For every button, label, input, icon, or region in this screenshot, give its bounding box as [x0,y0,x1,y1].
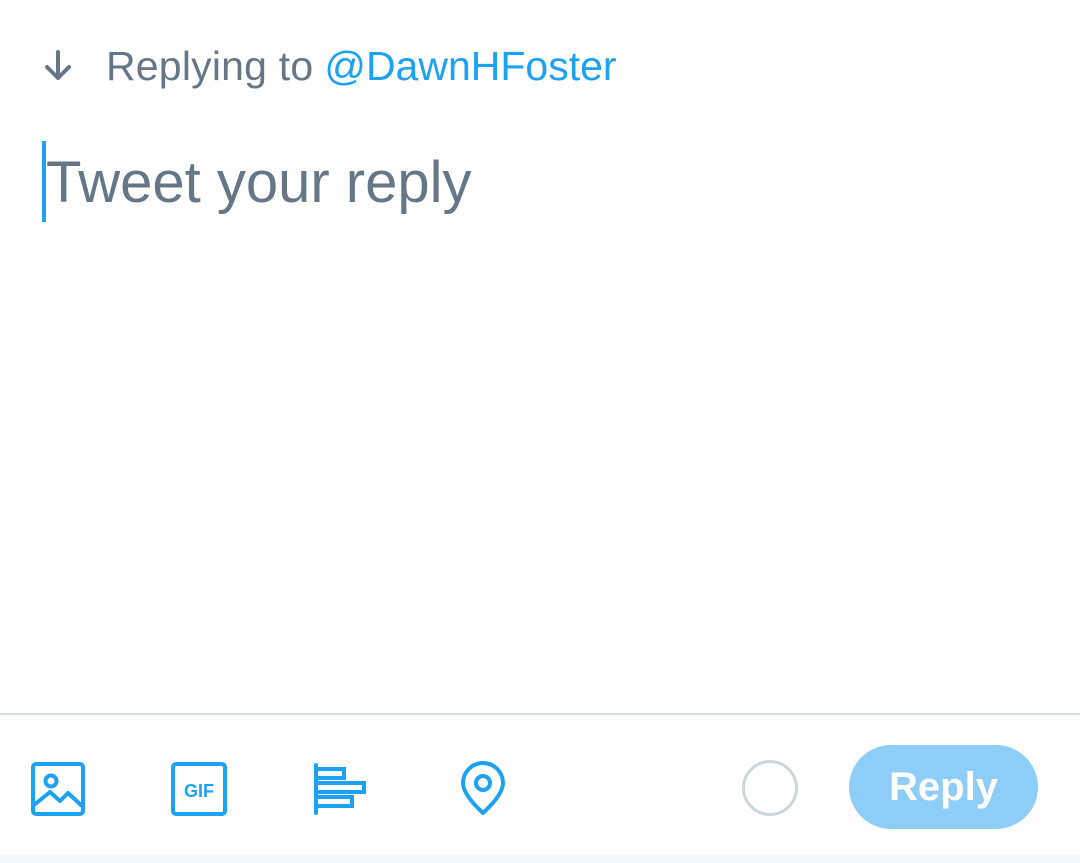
reply-button[interactable]: Reply [849,745,1038,829]
compose-area[interactable] [40,140,1040,224]
add-media-button[interactable] [28,759,88,819]
gif-label: GIF [184,781,214,801]
gif-icon: GIF [171,762,227,816]
reply-compose-screen: Replying to @DawnHFoster GIF [0,0,1080,863]
add-poll-button[interactable] [310,759,370,819]
replying-to-label: Replying to [106,42,314,89]
character-counter-icon [742,760,798,816]
compose-toolbar: GIF Reply [0,715,1080,855]
reply-handle-link[interactable]: @DawnHFoster [324,43,616,90]
poll-icon [314,763,366,815]
tweet-reply-input[interactable] [46,140,1036,224]
add-location-button[interactable] [453,759,513,819]
replying-to-header[interactable]: Replying to @DawnHFoster [40,38,617,94]
arrow-down-icon [40,48,76,84]
add-gif-button[interactable]: GIF [169,759,229,819]
bottom-edge [0,855,1080,863]
location-pin-icon [461,761,505,815]
image-icon [31,762,85,816]
